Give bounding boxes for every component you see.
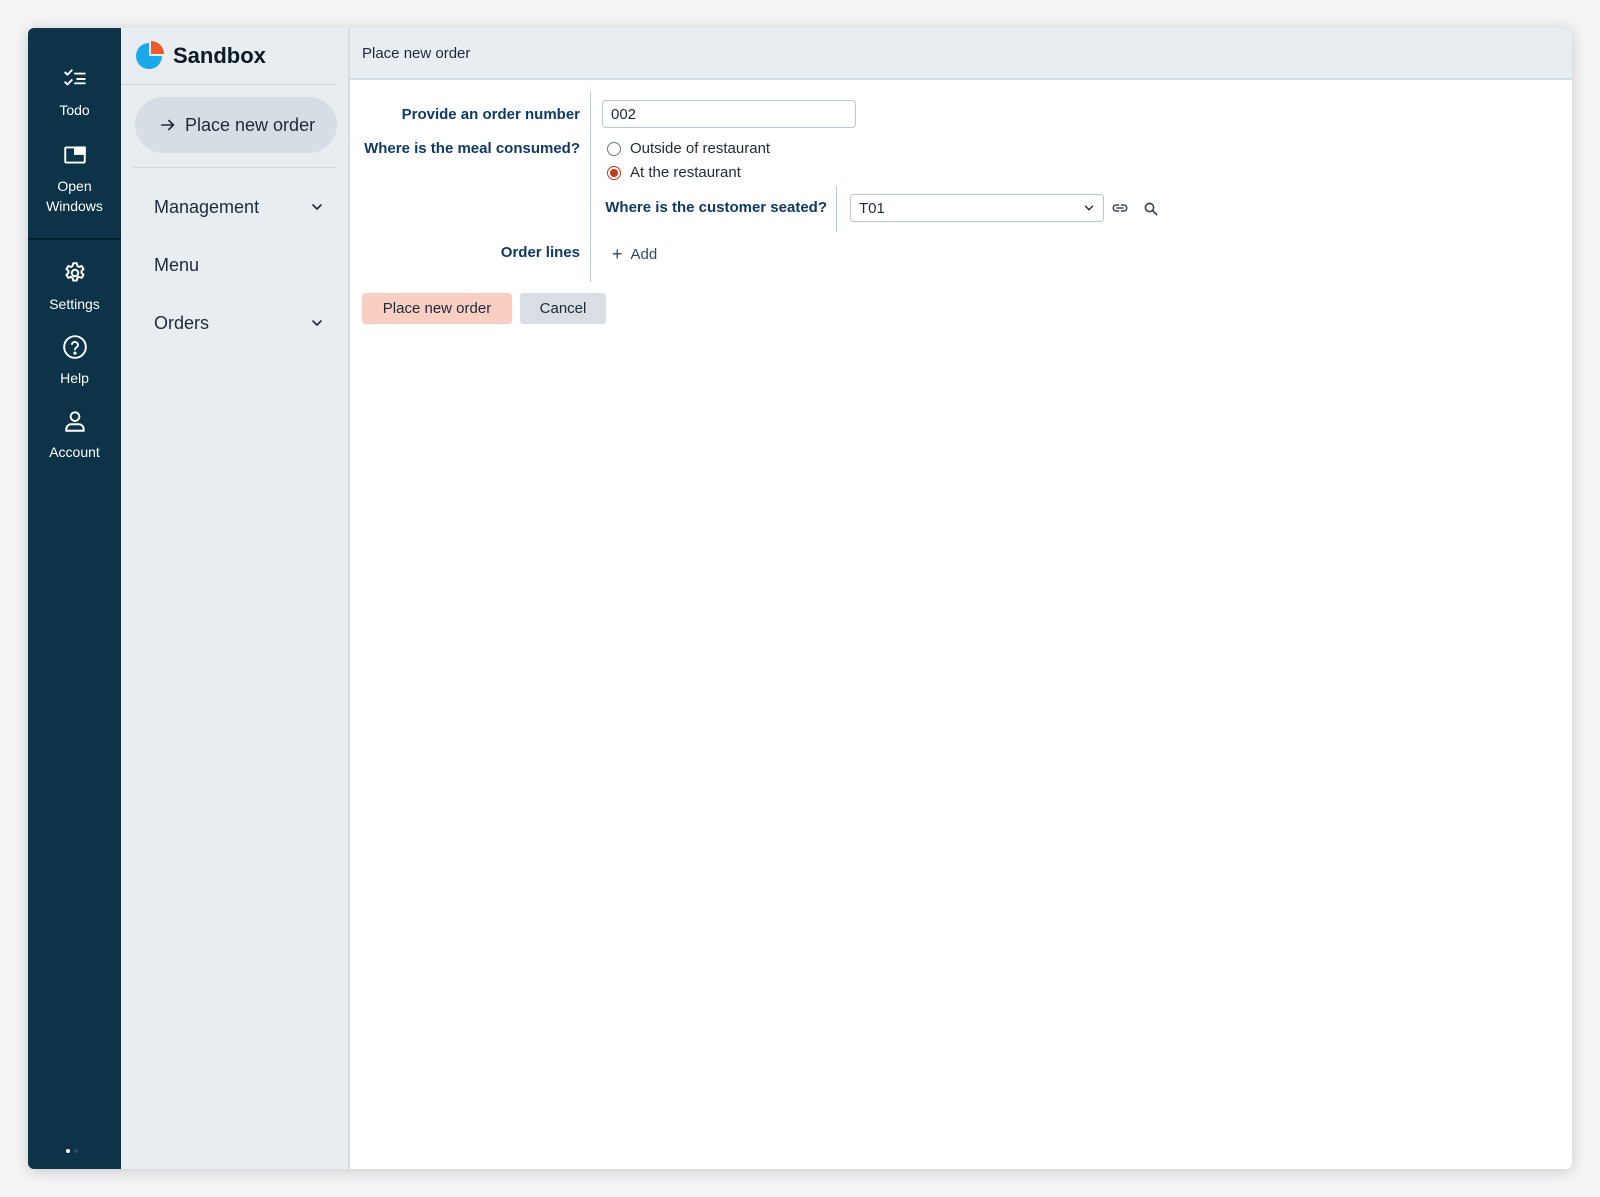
checklist-icon [63, 69, 86, 86]
pager-dots[interactable] [66, 1149, 84, 1153]
radio-at-restaurant-label: At the restaurant [630, 164, 741, 181]
seat-select-value: T01 [859, 199, 885, 217]
rail-item-account[interactable]: Account [28, 408, 121, 462]
rail-label-settings: Settings [49, 296, 100, 312]
rail-item-todo[interactable]: Todo [28, 66, 121, 120]
nav-item-orders[interactable]: Orders [121, 294, 348, 352]
link-icon [1112, 204, 1128, 212]
icon-rail: Todo Open Windows Settings Help Account [28, 28, 121, 1169]
place-new-order-nav-button[interactable]: Place new order [135, 97, 337, 153]
radio-at-restaurant[interactable]: At the restaurant [607, 164, 741, 181]
cancel-button[interactable]: Cancel [520, 293, 606, 324]
rail-item-settings[interactable]: Settings [28, 260, 121, 314]
order-lines-label: Order lines [500, 244, 580, 261]
page-header: Place new order [350, 28, 1572, 80]
window-icon [63, 146, 86, 164]
rail-label-open-windows: Open Windows [46, 178, 103, 214]
place-new-order-button[interactable]: Place new order [362, 293, 512, 324]
search-button[interactable] [1140, 198, 1162, 220]
app-window: Todo Open Windows Settings Help Account … [28, 28, 1572, 1169]
nav-item-menu[interactable]: Menu [121, 236, 348, 294]
radio-button[interactable] [607, 141, 621, 156]
main-area: Place new order Provide an order number … [350, 28, 1572, 1169]
order-form: Provide an order number Where is the mea… [350, 80, 1572, 1169]
help-icon [62, 335, 87, 359]
nav-list: Management Menu Orders [121, 178, 348, 352]
radio-button-checked[interactable] [607, 165, 621, 180]
gear-icon [64, 262, 85, 282]
chevron-down-icon [1084, 205, 1094, 211]
link-button[interactable] [1109, 197, 1131, 219]
brand-name: Sandbox [173, 43, 266, 68]
logo-icon [136, 41, 164, 69]
nav-item-management[interactable]: Management [121, 178, 348, 236]
nav-panel: Sandbox Place new order Management Menu … [121, 28, 350, 1169]
radio-outside-restaurant[interactable]: Outside of restaurant [607, 140, 770, 157]
add-order-line-label: Add [630, 245, 658, 263]
nav-divider [133, 167, 336, 168]
order-number-input[interactable] [602, 100, 856, 128]
seat-select[interactable]: T01 [850, 194, 1104, 222]
page-title: Place new order [362, 44, 471, 62]
chevron-down-icon [312, 320, 322, 326]
rail-label-todo: Todo [59, 102, 90, 118]
add-order-line-button[interactable]: + Add [612, 245, 657, 263]
place-new-order-nav-label: Place new order [185, 114, 316, 135]
seat-label: Where is the customer seated? [605, 199, 827, 216]
search-icon [1144, 202, 1158, 216]
brand: Sandbox [121, 28, 336, 85]
rail-divider [28, 238, 121, 240]
user-icon [64, 411, 85, 432]
nav-item-menu-label: Menu [154, 254, 200, 275]
form-divider [590, 92, 591, 282]
nav-item-orders-label: Orders [154, 312, 210, 333]
nav-item-management-label: Management [154, 196, 260, 217]
arrow-right-icon [160, 119, 175, 131]
rail-item-open-windows[interactable]: Open Windows [28, 142, 121, 216]
rail-label-help: Help [60, 370, 89, 386]
rail-item-help[interactable]: Help [28, 334, 121, 388]
rail-label-account: Account [49, 444, 100, 460]
radio-outside-label: Outside of restaurant [630, 140, 771, 157]
seat-divider [836, 186, 837, 232]
chevron-down-icon [312, 204, 322, 210]
meal-location-label: Where is the meal consumed? [364, 140, 580, 157]
plus-icon: + [612, 244, 623, 264]
order-number-label: Provide an order number [401, 106, 580, 123]
